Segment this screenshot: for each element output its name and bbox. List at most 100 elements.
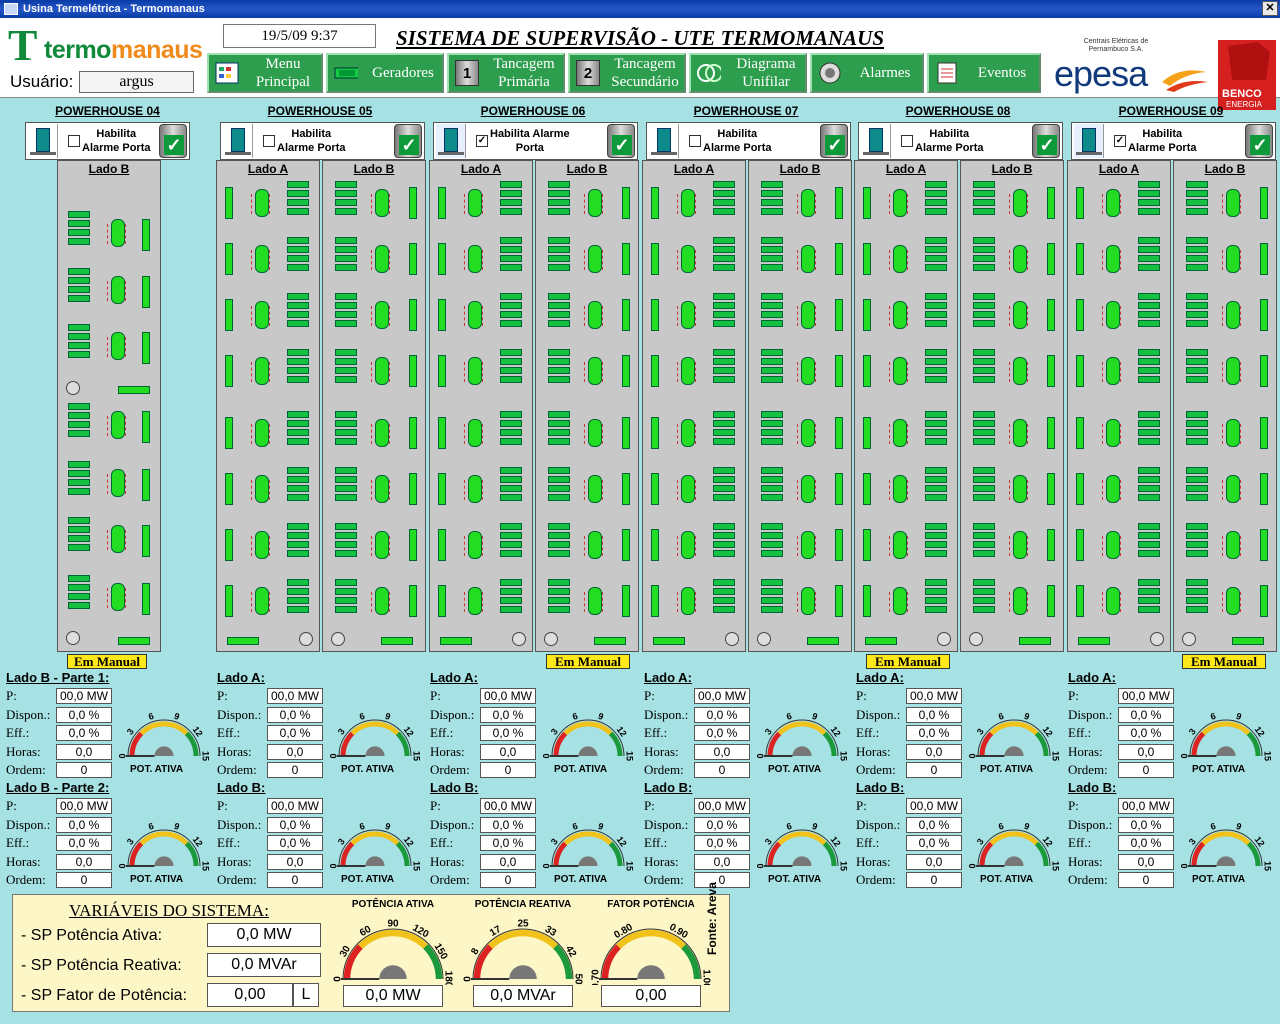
engine-unit — [1186, 246, 1208, 253]
door-icon — [436, 124, 466, 158]
engine-unit — [500, 429, 522, 436]
gauge-tick-label: 0 — [329, 753, 338, 758]
engine-unit — [335, 181, 357, 188]
stat-value-ordem: 0 — [480, 762, 536, 778]
valve-icon[interactable] — [969, 632, 983, 646]
valve-icon[interactable] — [66, 631, 80, 645]
pot-ativa-label: POT. ATIVA — [341, 764, 395, 775]
engine-block — [548, 523, 572, 559]
door-alarm-checkbox[interactable] — [263, 135, 275, 147]
close-button[interactable]: ✕ — [1262, 1, 1278, 16]
engine-block — [973, 293, 997, 329]
bus-bar — [438, 585, 446, 617]
nav-eventos-button[interactable]: Eventos — [927, 53, 1041, 93]
valve-icon[interactable] — [725, 632, 739, 646]
valve-icon[interactable] — [757, 632, 771, 646]
door-alarm-label-line2: Alarme Porta — [1128, 142, 1197, 154]
engine-unit — [287, 606, 309, 613]
pump-icon — [1009, 245, 1028, 273]
engine-unit — [1138, 208, 1160, 215]
stat-value-eff: 0,0 % — [267, 725, 323, 741]
door-alarm-label: Habilita Alarme Porta — [82, 127, 150, 155]
door-alarm-control: Habilita Alarme Porta ✓ — [220, 122, 425, 160]
door-alarm-label-line1: Habilita — [1142, 128, 1183, 140]
valve-icon[interactable] — [544, 632, 558, 646]
stat-label-p: P: — [6, 798, 17, 813]
pump-icon — [1102, 301, 1121, 329]
pot-ativa-gauge: 036 91215 — [329, 711, 421, 761]
stats-block-title: Lado A: — [1068, 670, 1116, 685]
valve-icon[interactable] — [1182, 632, 1196, 646]
engine-unit — [761, 302, 783, 309]
engine-unit — [713, 485, 735, 492]
side-label: Lado A — [247, 162, 289, 176]
nav-alarmes-button[interactable]: Alarmes — [810, 53, 924, 93]
engine-unit — [761, 255, 783, 262]
engine-unit — [68, 461, 90, 468]
engine-unit — [500, 237, 522, 244]
valve-icon[interactable] — [1150, 632, 1164, 646]
nav-tancagem-primaria-button[interactable]: 1 Tancagem Primária — [447, 53, 565, 93]
nav-diagrama-unifilar-button[interactable]: Diagrama Unifilar — [689, 53, 807, 93]
bus-bar-horizontal — [865, 637, 897, 645]
checkmark-icon: ✓ — [164, 135, 184, 155]
engine-block — [500, 349, 524, 385]
pump-icon — [464, 475, 483, 503]
engine-block — [335, 523, 359, 559]
engine-block — [335, 293, 359, 329]
gauge-tick-label: 0 — [756, 863, 765, 868]
nav-tancagem-secundario-button[interactable]: 2 Tancagem Secundário — [568, 53, 686, 93]
engine-block — [925, 349, 949, 385]
engine-unit — [713, 606, 735, 613]
engine-unit — [68, 211, 90, 218]
engine-unit — [713, 208, 735, 215]
engine-unit — [68, 403, 90, 410]
engine-unit — [1186, 190, 1208, 197]
engine-block — [713, 293, 737, 329]
sp-reactive-power-label: - SP Potência Reativa: — [21, 957, 182, 974]
pot-ativa-label: POT. ATIVA — [554, 874, 608, 885]
valve-icon[interactable] — [299, 632, 313, 646]
engine-unit — [713, 376, 735, 383]
door-alarm-checkbox[interactable] — [901, 135, 913, 147]
stat-value-dispon: 0,0 % — [906, 707, 962, 723]
bus-bar — [863, 243, 871, 275]
engine-unit — [925, 429, 947, 436]
engine-block — [500, 237, 524, 273]
door-alarm-checkbox[interactable] — [689, 135, 701, 147]
valve-icon[interactable] — [937, 632, 951, 646]
engine-unit — [1186, 255, 1208, 262]
engine-unit — [500, 293, 522, 300]
side-label: Lado B — [88, 162, 130, 176]
engine-unit — [713, 411, 735, 418]
stats-block-title: Lado A: — [217, 670, 265, 685]
door-alarm-checkbox[interactable]: ✓ — [1114, 135, 1126, 147]
nav-menu-principal-button[interactable]: Menu Principal — [207, 53, 323, 93]
engine-block — [287, 293, 311, 329]
engine-unit — [925, 376, 947, 383]
valve-icon[interactable] — [66, 381, 80, 395]
engine-unit — [1138, 320, 1160, 327]
engine-unit — [68, 286, 90, 293]
nav-geradores-button[interactable]: Geradores — [326, 53, 444, 93]
door-alarm-checkbox[interactable] — [68, 135, 80, 147]
gauge-tick-label: 9 — [1023, 711, 1031, 722]
pump-icon — [677, 357, 696, 385]
engine-unit — [761, 311, 783, 318]
door-alarm-checkbox[interactable]: ✓ — [476, 135, 488, 147]
manual-mode-badge: Em Manual — [1182, 654, 1266, 669]
engine-unit — [1138, 302, 1160, 309]
pump-icon — [797, 419, 816, 447]
stat-value-eff: 0,0 % — [906, 725, 962, 741]
bus-bar — [225, 585, 233, 617]
engine-unit — [335, 597, 357, 604]
engine-unit — [925, 208, 947, 215]
stat-value-eff: 0,0 % — [1118, 725, 1174, 741]
side-label: Lado A — [460, 162, 502, 176]
valve-icon[interactable] — [331, 632, 345, 646]
user-field[interactable]: argus — [79, 71, 194, 93]
stat-label-dispon: Dispon.: — [430, 817, 475, 832]
engine-unit — [287, 199, 309, 206]
valve-icon[interactable] — [512, 632, 526, 646]
tank-2-icon: 2 — [576, 60, 600, 86]
